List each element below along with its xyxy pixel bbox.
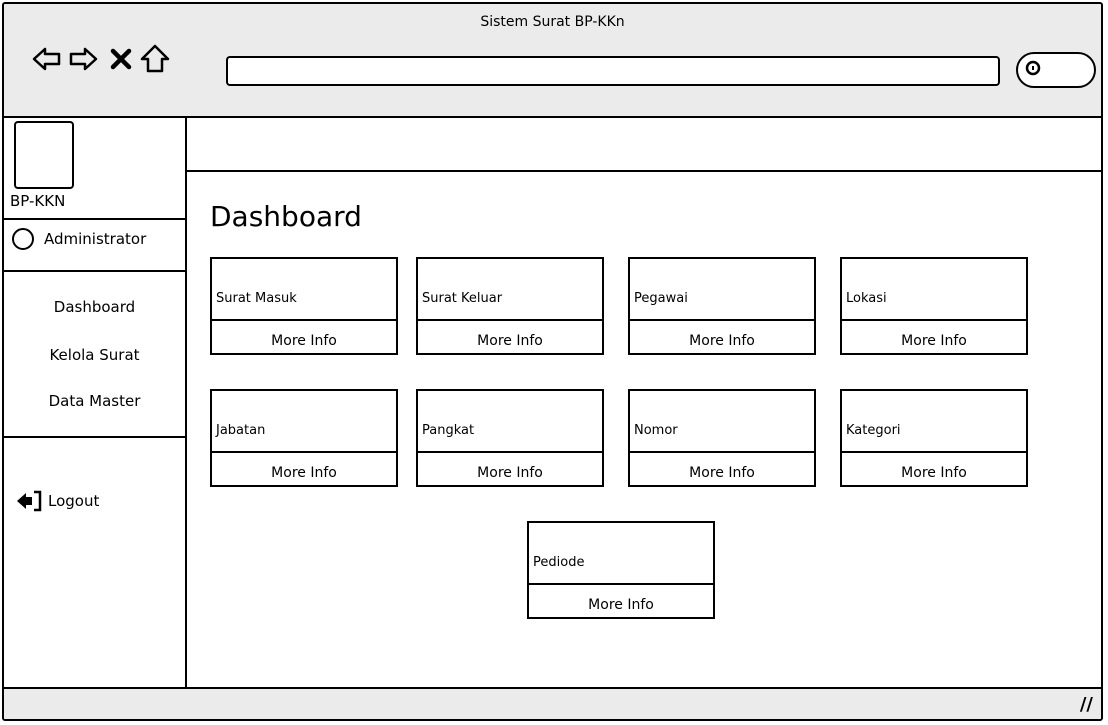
home-icon xyxy=(140,44,170,73)
sidebar-divider xyxy=(4,218,185,220)
card-divider xyxy=(842,319,1026,321)
more-info-link[interactable]: More Info xyxy=(630,465,814,481)
card-label: Kategori xyxy=(846,423,901,438)
more-info-link[interactable]: More Info xyxy=(212,465,396,481)
card-pangkat: Pangkat More Info xyxy=(416,389,604,487)
card-divider xyxy=(418,451,602,453)
card-divider xyxy=(212,319,396,321)
user-info: Administrator xyxy=(12,228,146,250)
more-info-link[interactable]: More Info xyxy=(212,333,396,349)
home-button[interactable] xyxy=(138,42,172,76)
back-button[interactable] xyxy=(30,42,64,76)
status-bar: // xyxy=(4,687,1101,719)
sidebar: BP-KKN Administrator Dashboard Kelola Su… xyxy=(4,118,187,691)
card-divider xyxy=(418,319,602,321)
sidebar-divider xyxy=(4,436,185,438)
more-info-link[interactable]: More Info xyxy=(529,597,713,613)
page-title: Dashboard xyxy=(210,200,362,233)
card-label: Nomor xyxy=(634,423,678,438)
back-arrow-icon xyxy=(32,47,61,71)
forward-arrow-icon xyxy=(69,47,98,71)
card-divider xyxy=(842,451,1026,453)
content-header-divider xyxy=(187,170,1101,172)
logo-placeholder xyxy=(14,121,74,189)
user-name: Administrator xyxy=(44,230,147,248)
avatar-icon xyxy=(12,228,34,250)
card-divider xyxy=(212,451,396,453)
more-info-link[interactable]: More Info xyxy=(842,465,1026,481)
card-divider xyxy=(529,583,713,585)
search-icon xyxy=(1024,59,1044,83)
more-info-link[interactable]: More Info xyxy=(842,333,1026,349)
sidebar-item-dashboard[interactable]: Dashboard xyxy=(4,298,185,316)
more-info-link[interactable]: More Info xyxy=(418,465,602,481)
browser-window: Sistem Surat BP-KKn BP-KKN Administrator xyxy=(2,2,1103,721)
stop-button[interactable] xyxy=(104,42,138,76)
forward-button[interactable] xyxy=(66,42,100,76)
card-jabatan: Jabatan More Info xyxy=(210,389,398,487)
brand-name: BP-KKN xyxy=(10,192,66,210)
sidebar-item-kelola-surat[interactable]: Kelola Surat xyxy=(4,346,185,364)
card-label: Pegawai xyxy=(634,291,688,306)
card-label: Jabatan xyxy=(216,423,266,438)
card-label: Surat Masuk xyxy=(216,291,297,306)
card-divider xyxy=(630,451,814,453)
resize-grip-icon[interactable]: // xyxy=(1080,694,1093,715)
sidebar-divider xyxy=(4,270,185,272)
card-surat-keluar: Surat Keluar More Info xyxy=(416,257,604,355)
more-info-link[interactable]: More Info xyxy=(630,333,814,349)
card-label: Lokasi xyxy=(846,291,887,306)
card-pediode: Pediode More Info xyxy=(527,521,715,619)
logout-icon xyxy=(17,490,42,512)
browser-toolbar: Sistem Surat BP-KKn xyxy=(4,4,1101,118)
logout-button[interactable]: Logout xyxy=(16,490,99,512)
more-info-link[interactable]: More Info xyxy=(418,333,602,349)
card-nomor: Nomor More Info xyxy=(628,389,816,487)
sidebar-item-data-master[interactable]: Data Master xyxy=(4,392,185,410)
card-surat-masuk: Surat Masuk More Info xyxy=(210,257,398,355)
card-lokasi: Lokasi More Info xyxy=(840,257,1028,355)
card-kategori: Kategori More Info xyxy=(840,389,1028,487)
search-button[interactable] xyxy=(1016,52,1096,88)
card-pegawai: Pegawai More Info xyxy=(628,257,816,355)
logout-label: Logout xyxy=(48,492,100,510)
x-icon xyxy=(110,48,132,70)
card-label: Surat Keluar xyxy=(422,291,503,306)
card-divider xyxy=(630,319,814,321)
address-bar[interactable] xyxy=(226,56,1000,86)
window-title: Sistem Surat BP-KKn xyxy=(480,14,625,30)
card-label: Pediode xyxy=(533,555,585,570)
card-label: Pangkat xyxy=(422,423,475,438)
